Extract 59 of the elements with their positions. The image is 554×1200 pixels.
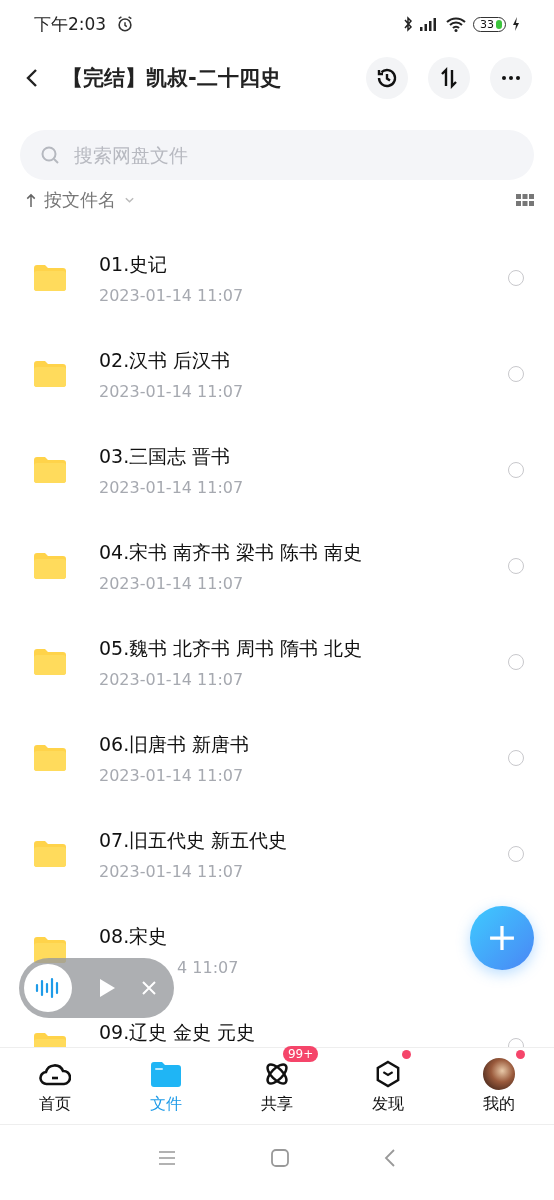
more-button[interactable] [490, 57, 532, 99]
nav-tab[interactable]: 发现 [332, 1048, 444, 1124]
nav-tab[interactable]: 99+ 共享 [221, 1048, 333, 1124]
charging-icon [512, 17, 520, 31]
folder-icon [34, 265, 66, 291]
folder-icon[interactable] [151, 1060, 182, 1087]
file-date: 2023-01-14 11:07 [99, 382, 244, 401]
chevron-down-icon[interactable] [124, 196, 135, 204]
close-icon[interactable] [142, 981, 156, 995]
file-date: 2023-01-14 11:07 [99, 286, 244, 305]
folder-icon [34, 745, 66, 771]
file-date: 2023-01-14 11:07 [99, 478, 244, 497]
plus-icon[interactable] [489, 925, 515, 951]
home-icon[interactable] [271, 1149, 289, 1167]
back-icon[interactable] [26, 68, 38, 88]
folder-icon [34, 457, 66, 483]
file-name[interactable]: 03.三国志 晋书 [99, 444, 231, 470]
menu-icon[interactable] [158, 1151, 176, 1165]
file-name[interactable]: 07.旧五代史 新五代史 [99, 828, 288, 854]
folder-icon [34, 553, 66, 579]
search-icon [40, 145, 60, 165]
notification-badge: 99+ [283, 1045, 319, 1062]
history-icon[interactable] [375, 66, 399, 90]
alarm-icon [116, 15, 135, 33]
folder-icon [34, 361, 66, 387]
file-date: 2023-01-14 11:07 [99, 670, 244, 689]
file-name[interactable]: 08.宋史 [99, 924, 168, 950]
arrow-up-icon[interactable] [26, 192, 36, 208]
back-nav-icon[interactable] [384, 1149, 396, 1167]
file-date: 2023-01-14 11:07 [99, 574, 244, 593]
file-date: 2023-01-14 11:07 [99, 862, 244, 881]
search-field[interactable]: 搜索网盘文件 [20, 130, 534, 180]
history-button[interactable] [366, 57, 408, 99]
grid-view-icon[interactable] [516, 194, 534, 206]
select-radio[interactable] [508, 846, 524, 862]
sort-button[interactable] [428, 57, 470, 99]
status-time: 下午2:03 [34, 12, 107, 36]
add-button[interactable] [470, 906, 534, 970]
signal-icon [419, 16, 439, 32]
file-name[interactable]: 02.汉书 后汉书 [99, 348, 231, 374]
folder-icon [34, 649, 66, 675]
file-name[interactable]: 06.旧唐书 新唐书 [99, 732, 250, 758]
file-name[interactable]: 04.宋书 南齐书 梁书 陈书 南史 [99, 540, 363, 566]
hexagon-icon[interactable] [374, 1059, 401, 1088]
bluetooth-icon [403, 16, 413, 32]
file-name[interactable]: 05.魏书 北齐书 周书 隋书 北史 [99, 636, 363, 662]
file-date: 4 11:07 [176, 958, 239, 977]
wifi-icon [445, 16, 467, 32]
nav-tab[interactable]: 我的 [443, 1048, 554, 1124]
avatar[interactable] [482, 1057, 515, 1090]
nav-tab[interactable]: 首页 [0, 1048, 111, 1124]
file-name[interactable]: 01.史记 [99, 252, 168, 278]
sort-order-button[interactable]: 按文件名 [26, 188, 135, 212]
waveform-icon[interactable] [24, 964, 72, 1012]
play-icon[interactable] [98, 978, 116, 998]
file-date: 2023-01-14 11:07 [99, 766, 244, 785]
folder-title: 【完结】凯叔-二十四史 [62, 65, 281, 92]
folder-icon [34, 841, 66, 867]
file-name[interactable]: 09.辽史 金史 元史 [99, 1020, 256, 1046]
